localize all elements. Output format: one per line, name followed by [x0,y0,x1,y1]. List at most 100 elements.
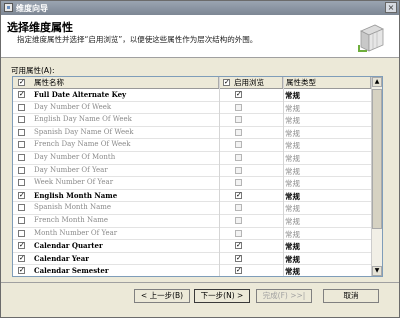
enable-browsing-checkbox[interactable] [235,166,242,174]
attribute-name: Day Number Of Month [34,153,116,161]
enable-browsing-checkbox[interactable] [235,217,242,224]
attribute-checkbox[interactable] [18,179,25,187]
finish-button[interactable]: 完成(F) >>| [256,289,312,303]
attribute-checkbox[interactable] [18,103,25,111]
enable-browsing-checkbox[interactable] [235,141,242,149]
attribute-row[interactable]: Day Number Of Month 常规 [13,152,371,165]
enable-browsing-checkbox[interactable]: ✓ [235,267,242,275]
attribute-name: Full Date Alternate Key [34,90,127,99]
scroll-up-arrow-icon[interactable]: ▲ [372,77,382,87]
header-type-label: 属性类型 [286,78,316,87]
enable-browsing-checkbox[interactable]: ✓ [235,242,242,250]
attribute-checkbox[interactable]: ✓ [18,267,25,275]
header-browse-label: 启用浏览 [234,78,264,87]
attribute-checkbox[interactable]: ✓ [18,91,25,98]
attribute-checkbox[interactable] [18,141,25,149]
attribute-row[interactable]: ✓ Calendar Semester ✓ 常规 [13,265,371,276]
select-all-checkbox[interactable]: ✓ [18,79,25,86]
attribute-row[interactable]: Spanish Month Name 常规 [13,202,371,215]
wizard-header: 选择维度属性 指定维度属性并选择“启用浏览”，以便使这些属性作为层次结构的外围。 [1,15,399,58]
enable-browsing-checkbox[interactable]: ✓ [235,91,242,98]
app-icon [4,3,13,12]
attribute-checkbox[interactable] [18,154,25,161]
attribute-name: French Day Name Of Week [34,140,131,149]
attribute-type[interactable]: 常规 [285,166,300,177]
attribute-type[interactable]: 常规 [285,140,300,151]
attribute-name: Day Number Of Year [34,165,108,174]
dimension-wizard-icon [358,24,384,52]
enable-browsing-checkbox[interactable]: ✓ [235,254,242,262]
attribute-row[interactable]: Spanish Day Name Of Week 常规 [13,127,371,140]
attribute-name: English Day Name Of Week [34,115,132,124]
attribute-type[interactable]: 常规 [285,90,300,101]
attribute-type[interactable]: 常规 [285,254,300,265]
attribute-checkbox[interactable] [18,229,25,237]
title-bar: 维度向导 × [1,1,399,15]
attribute-checkbox[interactable] [18,166,25,174]
attribute-checkbox[interactable] [18,116,25,124]
attribute-row[interactable]: English Day Name Of Week 常规 [13,114,371,127]
scroll-thumb[interactable] [372,89,382,229]
attribute-row[interactable]: ✓ Calendar Year ✓ 常规 [13,253,371,266]
attribute-name: French Month Name [34,216,109,224]
attribute-type[interactable]: 常规 [285,191,300,202]
attribute-checkbox[interactable]: ✓ [18,254,25,262]
attribute-checkbox[interactable] [18,217,25,224]
attribute-checkbox[interactable]: ✓ [18,191,25,199]
header-name-col[interactable]: ✓ 属性名称 [13,77,219,88]
attribute-row[interactable]: Month Number Of Year 常规 [13,228,371,241]
attribute-type[interactable]: 常规 [285,241,300,252]
header-name-label: 属性名称 [34,78,64,87]
attribute-type[interactable]: 常规 [285,178,300,189]
attributes-grid[interactable]: ✓ 属性名称 ✓ 启用浏览 属性类型 ✓ Full Date Alternate … [12,76,383,277]
header-browse-col[interactable]: ✓ 启用浏览 [219,77,283,88]
attribute-row[interactable]: Day Number Of Week 常规 [13,102,371,115]
enable-browsing-checkbox[interactable] [235,116,242,124]
attribute-row[interactable]: French Month Name 常规 [13,215,371,228]
attribute-checkbox[interactable] [18,204,25,212]
cancel-button[interactable]: 取消 [323,289,379,303]
enable-browsing-checkbox[interactable] [235,154,242,161]
attribute-row[interactable]: ✓ Calendar Quarter ✓ 常规 [13,240,371,253]
attribute-type[interactable]: 常规 [285,115,300,126]
attribute-type[interactable]: 常规 [285,229,300,240]
footer-divider [1,282,399,283]
attribute-row[interactable]: ✓ Full Date Alternate Key ✓ 常规 [13,89,371,102]
attribute-name: Calendar Quarter [34,241,103,251]
enable-browsing-checkbox[interactable] [235,179,242,187]
enable-browsing-checkbox[interactable] [235,103,242,111]
back-button[interactable]: < 上一步(B) [134,289,190,303]
attribute-row[interactable]: Week Number Of Year 常规 [13,177,371,190]
attribute-type[interactable]: 常规 [285,216,300,227]
enable-browsing-checkbox[interactable] [235,128,242,136]
attribute-row[interactable]: ✓ English Month Name ✓ 常规 [13,190,371,203]
enable-browsing-checkbox[interactable] [235,204,242,212]
attribute-checkbox[interactable] [18,128,25,136]
close-button[interactable]: × [385,2,397,13]
attribute-name: English Month Name [34,190,118,200]
column-divider [219,77,220,276]
attribute-row[interactable]: French Day Name Of Week 常规 [13,139,371,152]
wizard-window: 维度向导 × 选择维度属性 指定维度属性并选择“启用浏览”，以便使这些属性作为层… [0,0,400,318]
attribute-checkbox[interactable]: ✓ [18,242,25,250]
attribute-type[interactable]: 常规 [285,153,300,164]
attribute-name: Spanish Month Name [34,203,112,212]
attribute-name: Day Number Of Week [34,102,112,111]
next-button[interactable]: 下一步(N) > [194,289,250,303]
attribute-name: Week Number Of Year [34,178,114,187]
window-title: 维度向导 [16,4,48,13]
attribute-type[interactable]: 常规 [285,266,300,276]
vertical-scrollbar[interactable]: ▲ ▼ [371,77,382,276]
attribute-type[interactable]: 常规 [285,128,300,139]
header-type-col[interactable]: 属性类型 [283,77,371,88]
column-divider [283,77,284,276]
attribute-row[interactable]: Day Number Of Year 常规 [13,165,371,178]
enable-browsing-checkbox[interactable] [235,229,242,237]
attribute-name: Month Number Of Year [34,228,118,237]
enable-browsing-checkbox[interactable]: ✓ [235,191,242,199]
attribute-type[interactable]: 常规 [285,103,300,114]
attribute-type[interactable]: 常规 [285,203,300,214]
scroll-down-arrow-icon[interactable]: ▼ [372,266,382,276]
grid-header: ✓ 属性名称 ✓ 启用浏览 属性类型 [13,77,371,89]
browse-all-checkbox[interactable]: ✓ [223,79,230,86]
